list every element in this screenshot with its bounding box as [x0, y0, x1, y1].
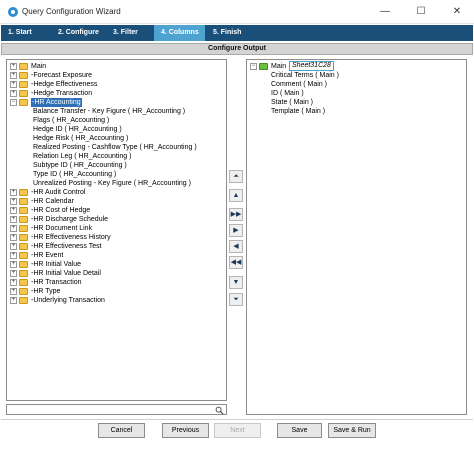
expand-icon[interactable]: +	[10, 207, 17, 214]
folder-icon	[19, 225, 28, 232]
previous-button[interactable]: Previous	[162, 423, 209, 438]
folder-icon	[19, 189, 28, 196]
title-bar: Query Configuration Wizard — ☐ ✕	[0, 0, 474, 24]
tab-filter[interactable]: 3. Filter	[106, 25, 153, 41]
folder-icon	[19, 81, 28, 88]
wizard-steps: 1. Start 2. Configure 3. Filter 4. Colum…	[1, 25, 473, 41]
available-fields-tree[interactable]: + Main + -Forecast Exposure + -Hedge Eff…	[6, 59, 227, 401]
move-to-bottom-button[interactable]: ⏷	[229, 293, 243, 306]
folder-icon	[19, 270, 28, 277]
expand-icon[interactable]: +	[10, 216, 17, 223]
folder-icon	[19, 279, 28, 286]
folder-icon	[19, 63, 28, 70]
folder-icon	[19, 99, 28, 106]
search-input[interactable]	[6, 404, 227, 415]
folder-icon	[19, 288, 28, 295]
close-button[interactable]: ✕	[444, 3, 470, 21]
expand-icon[interactable]: +	[10, 261, 17, 268]
selected-columns-tree[interactable]: − Main Sheet31C28 Critical Terms ( Main …	[246, 59, 467, 415]
remove-all-button[interactable]: ◀◀	[229, 256, 243, 269]
folder-icon	[19, 216, 28, 223]
add-button[interactable]: ▶	[229, 224, 243, 237]
next-button[interactable]: Next	[214, 423, 261, 438]
expand-icon[interactable]: +	[10, 72, 17, 79]
minimize-button[interactable]: —	[372, 3, 398, 21]
expand-icon[interactable]: +	[10, 243, 17, 250]
folder-icon	[19, 198, 28, 205]
add-all-button[interactable]: ▶▶	[229, 208, 243, 221]
folder-icon	[19, 207, 28, 214]
expand-icon[interactable]: +	[10, 252, 17, 259]
expand-icon[interactable]: +	[10, 189, 17, 196]
folder-icon	[19, 297, 28, 304]
expand-icon[interactable]: +	[10, 198, 17, 205]
tab-configure[interactable]: 2. Configure	[51, 25, 105, 41]
expand-icon[interactable]: +	[10, 225, 17, 232]
app-icon	[8, 7, 18, 17]
tab-finish[interactable]: 5. Finish	[206, 25, 256, 41]
folder-icon	[19, 72, 28, 79]
expand-icon[interactable]: +	[10, 90, 17, 97]
expand-icon[interactable]: +	[10, 81, 17, 88]
expand-icon[interactable]: +	[10, 63, 17, 70]
collapse-icon[interactable]: −	[250, 63, 257, 70]
folder-icon	[19, 243, 28, 250]
expand-icon[interactable]: +	[10, 288, 17, 295]
expand-icon[interactable]: +	[10, 270, 17, 277]
save-and-run-button[interactable]: Save & Run	[328, 423, 376, 438]
expand-icon[interactable]: +	[10, 279, 17, 286]
folder-icon	[19, 234, 28, 241]
tab-start[interactable]: 1. Start	[1, 25, 50, 41]
folder-icon	[259, 63, 268, 70]
remove-button[interactable]: ◀	[229, 240, 243, 253]
folder-icon	[19, 261, 28, 268]
cancel-button[interactable]: Cancel	[98, 423, 145, 438]
section-title: Configure Output	[1, 43, 473, 55]
sheet-tag: Sheet31C28	[289, 61, 334, 71]
maximize-button[interactable]: ☐	[408, 3, 434, 21]
footer-divider	[1, 419, 473, 420]
expand-icon[interactable]: +	[10, 297, 17, 304]
tab-columns[interactable]: 4. Columns	[154, 25, 205, 41]
expand-icon[interactable]: +	[10, 234, 17, 241]
move-to-top-button[interactable]: ⏶	[229, 170, 243, 183]
folder-icon	[19, 252, 28, 259]
window-title: Query Configuration Wizard	[22, 7, 121, 16]
move-up-button[interactable]: ▲	[229, 189, 243, 202]
folder-icon	[19, 90, 28, 97]
move-down-button[interactable]: ▼	[229, 276, 243, 289]
collapse-icon[interactable]: −	[10, 99, 17, 106]
save-button[interactable]: Save	[277, 423, 322, 438]
search-icon[interactable]	[215, 406, 224, 415]
